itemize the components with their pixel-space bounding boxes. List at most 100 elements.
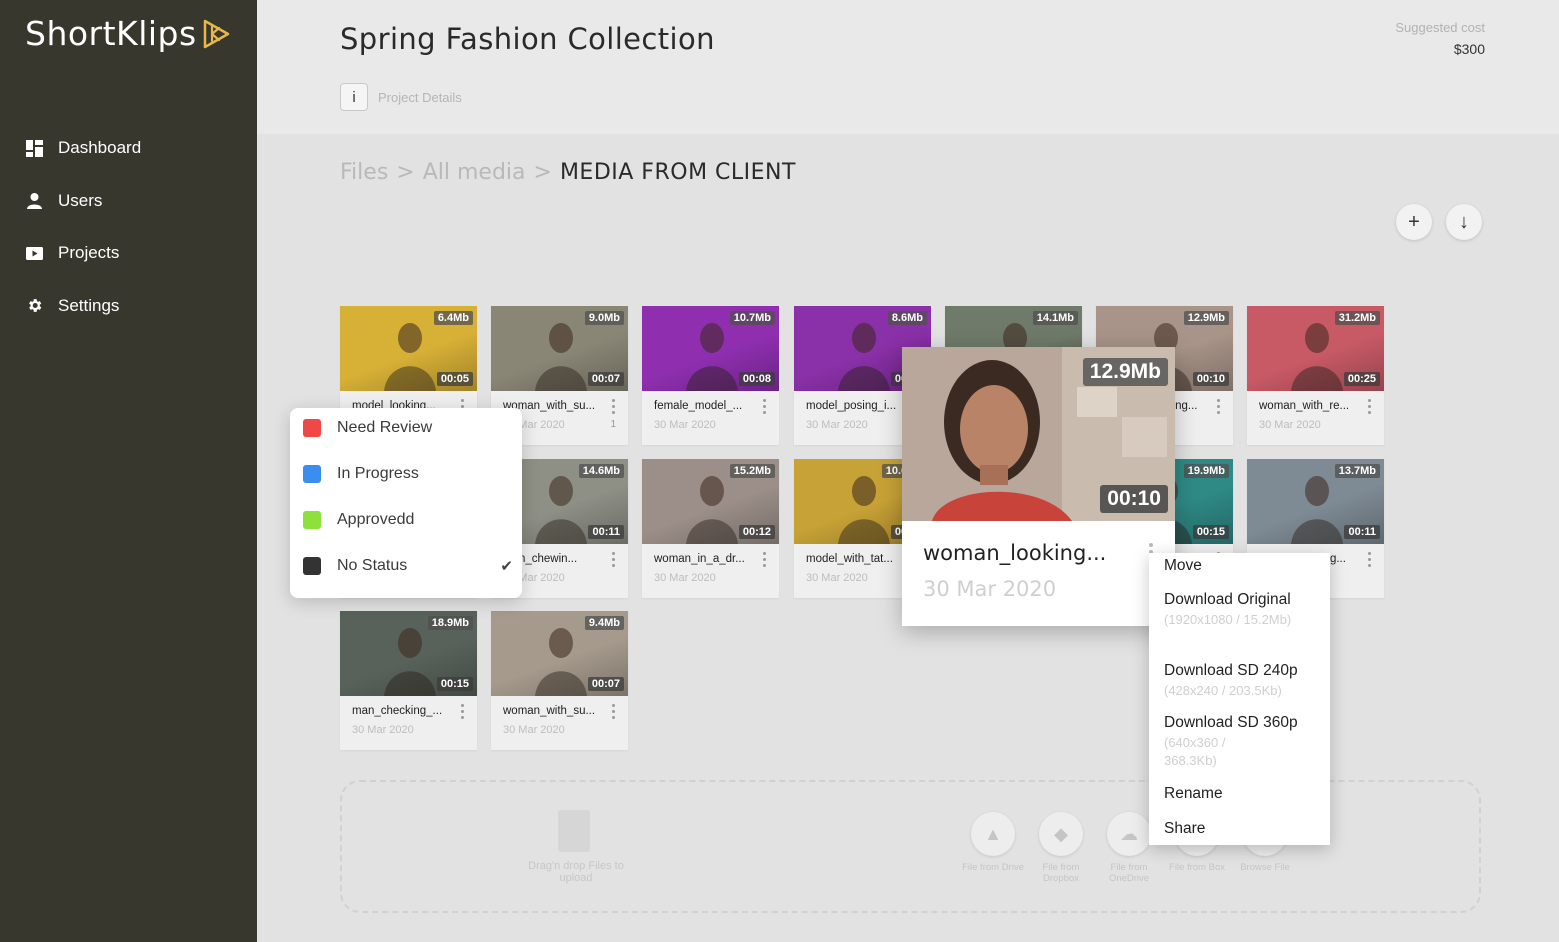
download-360p-info: (640x360 / 368.3Kb) [1164,735,1226,768]
preview-thumbnail[interactable]: 12.9Mb 00:10 [902,347,1175,521]
more-options-icon[interactable] [612,552,616,567]
add-button[interactable]: + [1396,204,1432,240]
more-options-icon[interactable] [763,552,767,567]
file-size-badge: 14.6Mb [578,464,624,478]
more-options-icon[interactable] [461,704,465,719]
onedrive-icon: ☁ [1107,812,1151,856]
status-dropdown: Need Review In Progress Approvedd No Sta… [290,408,522,598]
media-date: 30 Mar 2020 [806,419,868,431]
sidebar-item-label: Users [58,190,103,210]
upload-source-label: Browse File [1240,862,1290,873]
sidebar-item-dashboard[interactable]: Dashboard [0,122,257,175]
sidebar-item-users[interactable]: Users [0,175,257,228]
status-swatch [303,511,321,529]
file-size-badge: 19.9Mb [1183,464,1229,478]
more-options-icon[interactable] [612,399,616,414]
sidebar-item-label: Settings [58,295,120,315]
download-button[interactable]: ↓ [1446,204,1482,240]
dropzone-text: Drag'n drop Files to upload [528,860,624,884]
more-options-icon[interactable] [612,704,616,719]
more-options-icon[interactable] [763,399,767,414]
file-size-badge: 15.2Mb [729,464,775,478]
more-options-icon[interactable] [1368,399,1372,414]
media-thumbnail[interactable]: 13.7Mb 00:11 [1247,459,1384,544]
media-thumbnail[interactable]: 10.7Mb 00:08 [642,306,779,391]
download-original-info: (1920x1080 / 15.2Mb) [1164,612,1292,627]
file-size-badge: 12.9Mb [1183,311,1229,325]
status-swatch [303,465,321,483]
menu-item-rename[interactable]: Rename [1164,785,1223,803]
sidebar-item-projects[interactable]: Projects [0,227,257,280]
media-card[interactable]: 15.2Mb 00:12 woman_in_a_dr... 30 Mar 2020 [642,459,779,598]
media-card[interactable]: 10.7Mb 00:08 female_model_... 30 Mar 2020 [642,306,779,445]
duration-badge: 00:10 [1192,372,1229,386]
drive-icon: ▲ [971,812,1015,856]
menu-item-share[interactable]: Share [1164,820,1205,838]
info-button[interactable]: i [340,83,368,111]
duration-badge: 00:15 [1192,525,1229,539]
media-filename: model_with_tat... [806,553,893,565]
preview-filename: woman_looking... [923,541,1107,565]
status-label: Approvedd [337,511,415,528]
app-logo[interactable]: ShortKlips [25,14,231,53]
upload-source-label: File from OneDrive [1108,862,1150,884]
comment-count: 1 [610,419,616,430]
media-filename: female_model_... [654,400,743,412]
upload-source-drive[interactable]: ▲ File from Drive [958,812,1028,873]
media-thumbnail[interactable]: 15.2Mb 00:12 [642,459,779,544]
more-options-icon[interactable] [1217,399,1221,414]
status-need-review[interactable]: Need Review [303,413,513,443]
media-date: 30 Mar 2020 [654,572,716,584]
duration-badge: 00:07 [587,372,624,386]
status-no-status[interactable]: No Status ✔ [303,551,513,581]
media-thumbnail[interactable]: 9.0Mb 00:07 [491,306,628,391]
file-size-badge: 9.4Mb [584,616,624,630]
duration-badge: 00:11 [588,525,624,539]
media-thumbnail[interactable]: 31.2Mb 00:25 [1247,306,1384,391]
file-size-badge: 18.9Mb [427,616,473,630]
sidebar-item-label: Projects [58,243,120,263]
breadcrumb-files[interactable]: Files [340,160,388,185]
breadcrumb: Files > All media > MEDIA FROM CLIENT [340,160,796,185]
gear-icon [26,297,43,314]
menu-item-move[interactable]: Move [1164,557,1202,575]
media-filename: woman_with_re... [1259,400,1350,412]
duration-badge: 00:08 [738,372,775,386]
sidebar-item-settings[interactable]: Settings [0,280,257,333]
media-card[interactable]: 18.9Mb 00:15 man_checking_... 30 Mar 2020 [340,611,477,750]
more-options-icon[interactable] [1368,552,1372,567]
media-date: 30 Mar 2020 [806,572,868,584]
media-card[interactable]: 31.2Mb 00:25 woman_with_re... 30 Mar 2020 [1247,306,1384,445]
play-icon [26,245,43,262]
file-size-badge: 14.1Mb [1032,311,1078,325]
status-approved[interactable]: Approvedd [303,505,513,535]
project-details-link[interactable]: Project Details [378,90,462,105]
media-thumbnail[interactable]: 9.4Mb 00:07 [491,611,628,696]
media-filename: model_posing_i... [806,400,897,412]
file-size-badge: 8.6Mb [887,311,927,325]
menu-item-download-360p[interactable]: Download SD 360p [1164,714,1298,732]
duration-badge: 00:12 [738,525,775,539]
preview-date: 30 Mar 2020 [923,577,1057,601]
media-thumbnail[interactable]: 6.4Mb 00:05 [340,306,477,391]
checkmark-icon: ✔ [500,558,513,575]
file-size-badge: 31.2Mb [1334,311,1380,325]
media-thumbnail[interactable]: 18.9Mb 00:15 [340,611,477,696]
media-card[interactable]: 9.4Mb 00:07 woman_with_su... 30 Mar 2020 [491,611,628,750]
media-preview-card[interactable]: 12.9Mb 00:10 woman_looking... 30 Mar 202… [902,347,1175,626]
menu-item-download-240p[interactable]: Download SD 240p [1164,662,1298,680]
status-in-progress[interactable]: In Progress [303,459,513,489]
file-size-badge: 6.4Mb [433,311,473,325]
upload-source-label: File from Drive [962,862,1024,873]
sidebar-nav: Dashboard Users Projects Settings [0,122,257,332]
duration-badge: 00:25 [1343,372,1380,386]
breadcrumb-current: MEDIA FROM CLIENT [559,160,796,185]
menu-item-download-original[interactable]: Download Original [1164,591,1291,609]
status-label: No Status [337,557,408,574]
status-label: Need Review [337,419,433,436]
breadcrumb-all-media[interactable]: All media [423,160,526,185]
status-swatch [303,419,321,437]
file-size-badge: 10.7Mb [729,311,775,325]
upload-source-dropbox[interactable]: ◆ File from Dropbox [1026,812,1096,884]
logo-icon [203,19,229,48]
